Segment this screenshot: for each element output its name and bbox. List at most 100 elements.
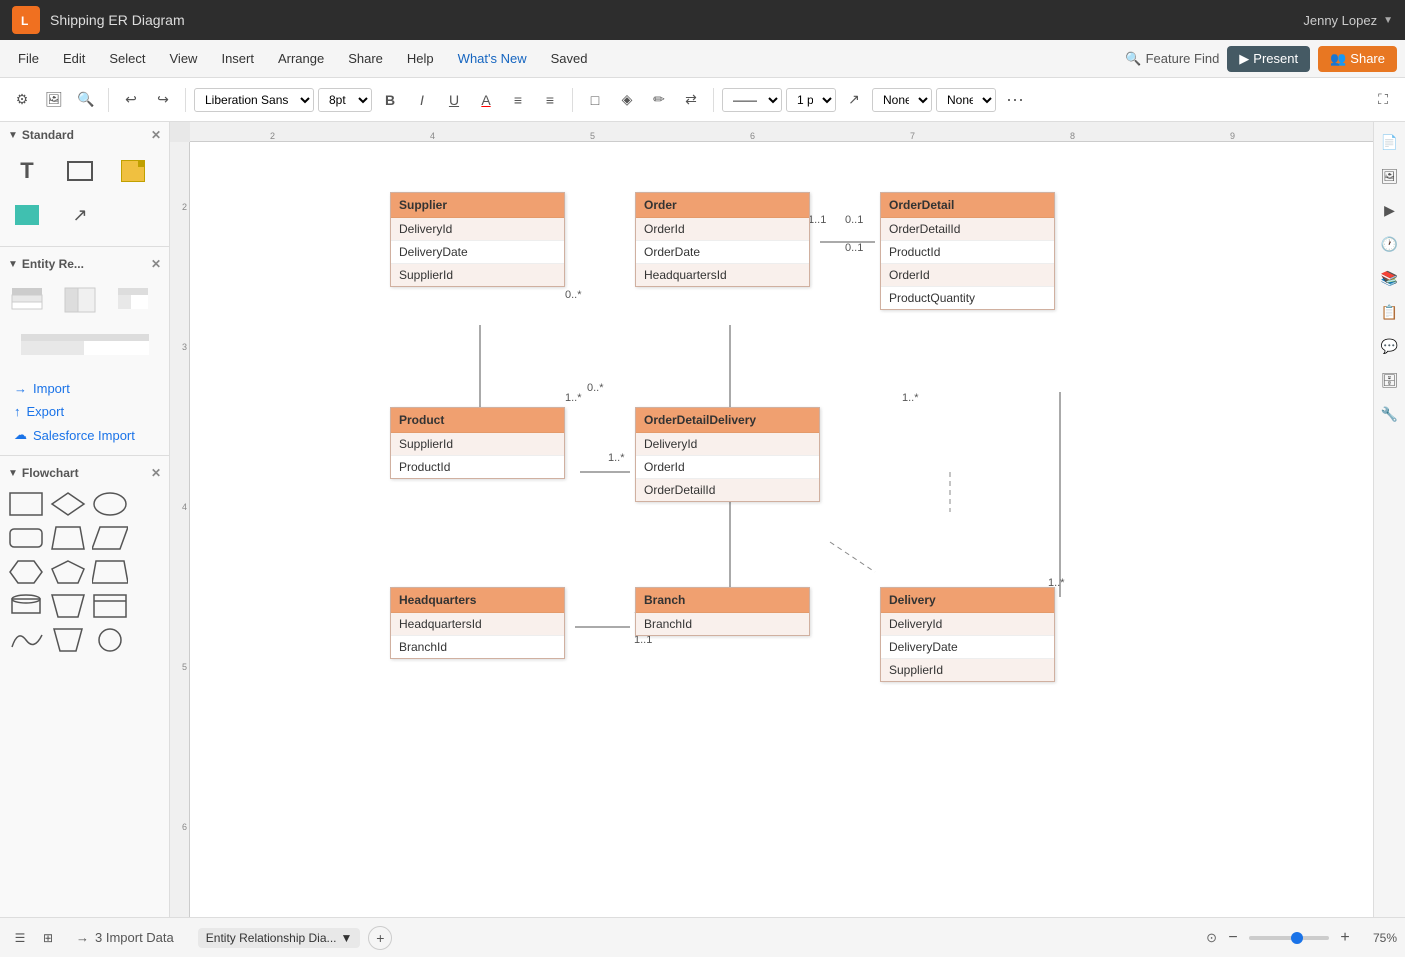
flowchart-close-button[interactable]: ✕ (151, 466, 161, 480)
entity-close-button[interactable]: ✕ (151, 257, 161, 271)
standard-panel-header[interactable]: ▼ Standard ✕ (0, 122, 169, 148)
align-right-button[interactable]: ≡ (536, 86, 564, 114)
er-table-order[interactable]: Order OrderId OrderDate HeadquartersId (635, 192, 810, 287)
flow-rect-2[interactable] (92, 592, 128, 620)
add-page-button[interactable]: + (368, 926, 392, 950)
menu-view[interactable]: View (160, 47, 208, 70)
flow-rect[interactable] (8, 490, 44, 518)
redo-button[interactable]: ↪ (149, 86, 177, 114)
canvas-area[interactable]: 2 4 5 6 7 8 9 2 3 4 5 6 (170, 122, 1373, 917)
flow-trapezoid-2[interactable] (50, 592, 86, 620)
menu-edit[interactable]: Edit (53, 47, 95, 70)
flow-circle[interactable] (92, 626, 128, 654)
rectangle-shape[interactable] (61, 152, 99, 190)
line-weight-select[interactable]: 1 px (786, 88, 836, 112)
menu-help[interactable]: Help (397, 47, 444, 70)
more-options-button[interactable]: ··· (1000, 85, 1030, 114)
flow-trapezoid-3[interactable] (50, 626, 86, 654)
right-panel-clipboard-icon[interactable]: 📋 (1376, 298, 1404, 326)
fill-button[interactable]: ◈ (613, 86, 641, 114)
flow-parallelogram[interactable] (92, 524, 128, 552)
right-panel-comment-icon[interactable]: 💬 (1376, 332, 1404, 360)
menu-share[interactable]: Share (338, 47, 393, 70)
flow-hexagon[interactable] (8, 558, 44, 586)
underline-button[interactable]: U (440, 86, 468, 114)
search-button[interactable]: 🔍 (72, 86, 100, 114)
font-family-select[interactable]: Liberation Sans (194, 88, 314, 112)
er-table-supplier[interactable]: Supplier DeliveryId DeliveryDate Supplie… (390, 192, 565, 287)
present-button[interactable]: ▶ Present (1227, 46, 1310, 72)
diagram-canvas[interactable]: 1..1 0..1 0..1 1..* 0..* 1..* 1..1 0..* … (190, 142, 1373, 917)
image-button[interactable]: 🖼 (40, 86, 68, 114)
align-left-button[interactable]: ≡ (504, 86, 532, 114)
right-panel-layers-icon[interactable]: 📚 (1376, 264, 1404, 292)
grid-view-button[interactable]: ⊞ (36, 926, 60, 950)
flow-oval[interactable] (92, 490, 128, 518)
flow-pentagon[interactable] (50, 558, 86, 586)
flow-wave[interactable] (8, 626, 44, 654)
line-style-button[interactable]: ✏ (645, 86, 673, 114)
teal-shape[interactable] (8, 196, 46, 234)
entity-panel-header[interactable]: ▼ Entity Re... ✕ (0, 251, 169, 277)
er-table-shape-1[interactable] (8, 281, 46, 319)
right-panel-image-icon[interactable]: 🖼 (1376, 162, 1404, 190)
menu-file[interactable]: File (8, 47, 49, 70)
flow-diamond[interactable] (50, 490, 86, 518)
flow-rect-rounded[interactable] (8, 524, 44, 552)
er-table-branch[interactable]: Branch BranchId (635, 587, 810, 636)
er-table-orderdetaildelivery[interactable]: OrderDetailDelivery DeliveryId OrderId O… (635, 407, 820, 502)
menu-insert[interactable]: Insert (211, 47, 264, 70)
salesforce-import-button[interactable]: ☁ Salesforce Import (8, 423, 161, 447)
share-button[interactable]: 👥 Share (1318, 46, 1397, 72)
right-panel-data-icon[interactable]: 🗄 (1376, 366, 1404, 394)
start-arrow-select[interactable]: None (872, 88, 932, 112)
flow-parallelogram-2[interactable] (92, 558, 128, 586)
flow-trapezoid[interactable] (50, 524, 86, 552)
er-table-shape-2[interactable] (61, 281, 99, 319)
format-plugin-button[interactable]: ⚙ (8, 86, 36, 114)
italic-button[interactable]: I (408, 86, 436, 114)
zoom-in-button[interactable]: + (1335, 928, 1355, 948)
user-name[interactable]: Jenny Lopez (1303, 13, 1377, 28)
font-size-select[interactable]: 8pt 10pt 12pt (318, 88, 372, 112)
user-dropdown-arrow[interactable]: ▼ (1383, 15, 1393, 26)
zoom-slider-thumb[interactable] (1291, 932, 1303, 944)
note-shape[interactable] (114, 152, 152, 190)
er-table-headquarters[interactable]: Headquarters HeadquartersId BranchId (390, 587, 565, 659)
flow-cylinder[interactable] (8, 592, 44, 620)
menu-select[interactable]: Select (99, 47, 155, 70)
import-data-button[interactable]: → 3 Import Data (68, 926, 182, 949)
flowchart-panel-header[interactable]: ▼ Flowchart ✕ (0, 460, 169, 486)
connection-button[interactable]: ⇄ (677, 86, 705, 114)
right-panel-page-icon[interactable]: 📄 (1376, 128, 1404, 156)
feature-find-button[interactable]: 🔍 Feature Find (1125, 51, 1219, 67)
shape-button[interactable]: □ (581, 86, 609, 114)
er-table-product[interactable]: Product SupplierId ProductId (390, 407, 565, 479)
import-button[interactable]: → Import (8, 377, 161, 400)
end-arrow-select[interactable]: None (936, 88, 996, 112)
zoom-slider[interactable] (1249, 936, 1329, 940)
diagram-type-selector[interactable]: Entity Relationship Dia... ▼ (198, 928, 361, 948)
export-button[interactable]: ↑ Export (8, 400, 161, 423)
font-color-button[interactable]: A (472, 86, 500, 114)
line-style-select[interactable]: —— (722, 88, 782, 112)
waypoint-button[interactable]: ↗ (840, 86, 868, 114)
right-panel-video-icon[interactable]: ▶ (1376, 196, 1404, 224)
menu-whats-new[interactable]: What's New (448, 47, 537, 70)
fullscreen-button[interactable]: ⛶ (1369, 86, 1397, 114)
standard-close-button[interactable]: ✕ (151, 128, 161, 142)
bold-button[interactable]: B (376, 86, 404, 114)
text-shape[interactable]: T (8, 152, 46, 190)
er-wide-shape[interactable] (8, 327, 161, 365)
er-table-shape-3[interactable] (114, 281, 152, 319)
undo-button[interactable]: ↩ (117, 86, 145, 114)
er-table-delivery[interactable]: Delivery DeliveryId DeliveryDate Supplie… (880, 587, 1055, 682)
er-table-orderdetail[interactable]: OrderDetail OrderDetailId ProductId Orde… (880, 192, 1055, 310)
menu-arrange[interactable]: Arrange (268, 47, 334, 70)
arrow-shape[interactable]: ↗ (61, 196, 99, 234)
right-panel-settings-icon[interactable]: 🔧 (1376, 400, 1404, 428)
list-view-button[interactable]: ☰ (8, 926, 32, 950)
right-panel-clock-icon[interactable]: 🕐 (1376, 230, 1404, 258)
zoom-fit-icon[interactable]: ⊙ (1206, 930, 1217, 946)
zoom-out-button[interactable]: − (1223, 928, 1243, 948)
